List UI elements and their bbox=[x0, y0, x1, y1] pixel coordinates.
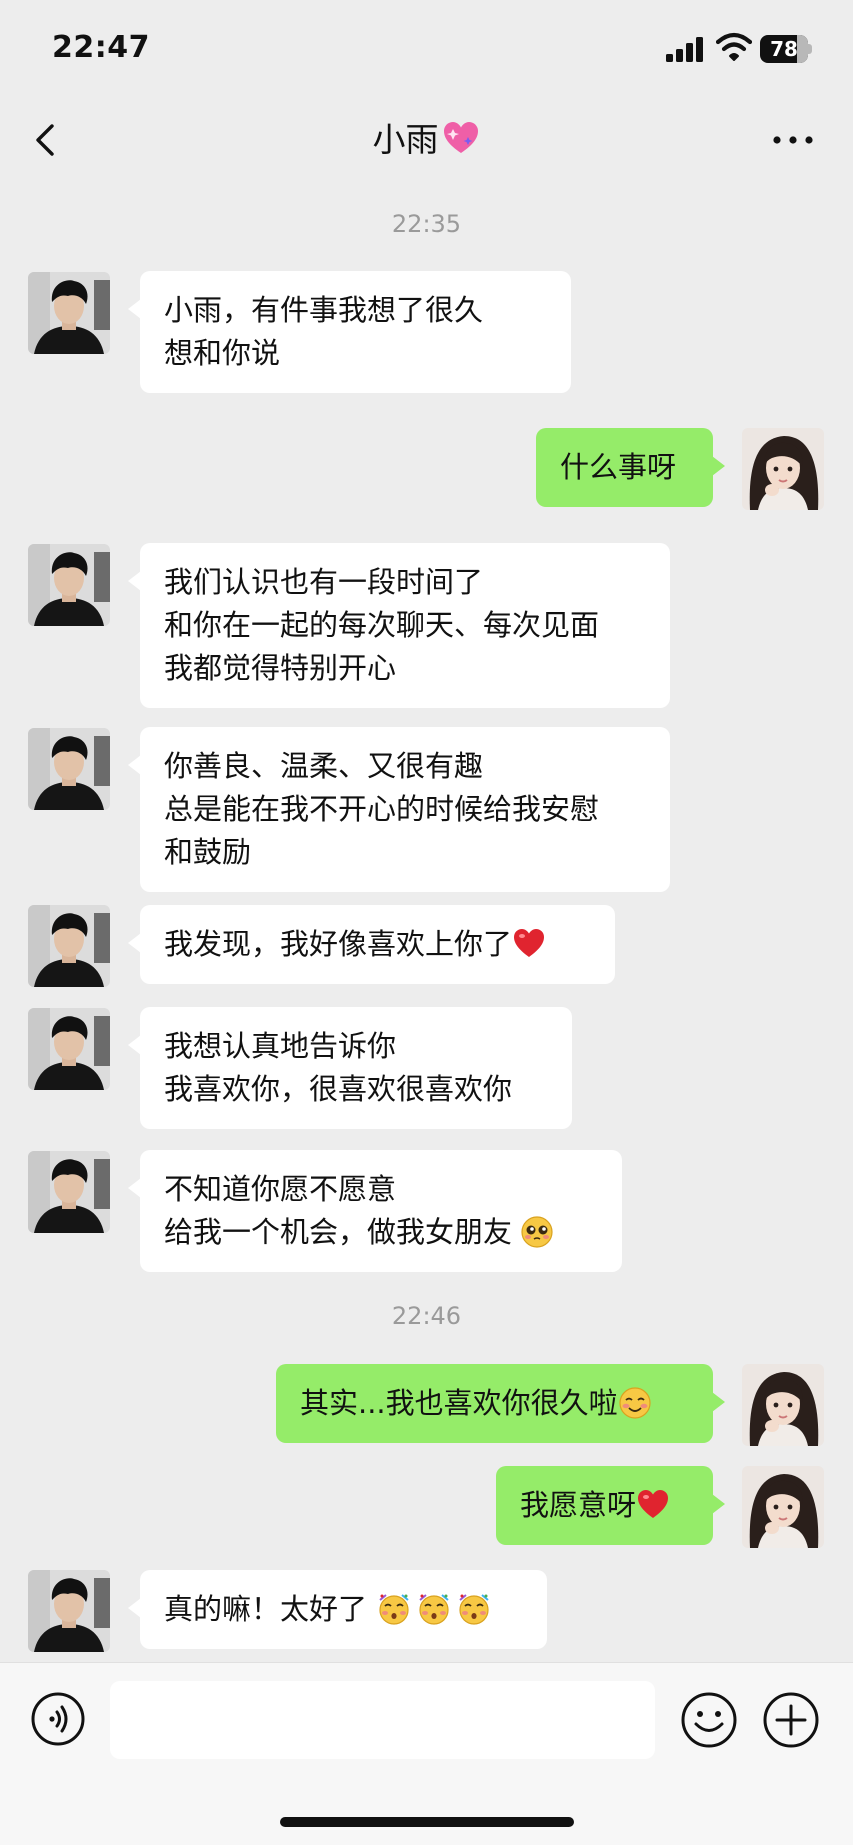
chat-title: 小雨 bbox=[0, 100, 853, 180]
battery-indicator: 78 bbox=[760, 35, 812, 63]
message-line: 总是能在我不开心的时候给我安慰 bbox=[164, 792, 600, 826]
outgoing-message-bubble[interactable]: 什么事呀 bbox=[536, 428, 725, 507]
chat-screen: 22:47 78 小雨 22:35 小雨，有件事我想了很久 想和你说 什么事呀 … bbox=[0, 0, 853, 1845]
incoming-message-bubble[interactable]: 不知道你愿不愿意 给我一个机会，做我女朋友 bbox=[128, 1150, 622, 1272]
message-line-with-emoji: 我发现，我好像喜欢上你了 bbox=[164, 923, 591, 966]
battery-body: 78 bbox=[760, 35, 808, 63]
pleading-face-icon bbox=[520, 1215, 554, 1249]
my-avatar[interactable] bbox=[742, 1364, 824, 1446]
message-text: 真的嘛！太好了 bbox=[164, 1592, 368, 1626]
message-line: 想和你说 bbox=[164, 336, 281, 370]
message-text: 我发现，我好像喜欢上你了 bbox=[164, 927, 513, 961]
my-avatar[interactable] bbox=[742, 1466, 824, 1548]
message-line: 和鼓励 bbox=[164, 835, 252, 869]
contact-avatar[interactable] bbox=[28, 272, 110, 354]
smiling-blush-icon bbox=[618, 1386, 652, 1420]
my-avatar[interactable] bbox=[742, 428, 824, 510]
message-line-with-emoji: 给我一个机会，做我女朋友 bbox=[164, 1211, 598, 1254]
message-list[interactable]: 22:35 小雨，有件事我想了很久 想和你说 什么事呀 我们认识也有一段时间了 … bbox=[0, 180, 853, 1662]
message-line: 你善良、温柔、又很有趣 bbox=[164, 749, 484, 783]
incoming-message-bubble[interactable]: 我想认真地告诉你 我喜欢你，很喜欢很喜欢你 bbox=[128, 1007, 572, 1129]
contact-name: 小雨 bbox=[372, 120, 439, 159]
message-line-with-emoji: 真的嘛！太好了 bbox=[164, 1588, 523, 1631]
message-line-with-emoji: 我愿意呀 bbox=[520, 1484, 689, 1527]
contact-avatar[interactable] bbox=[28, 905, 110, 987]
message-line: 什么事呀 bbox=[560, 450, 677, 484]
message-line: 我想认真地告诉你 bbox=[164, 1029, 397, 1063]
contact-avatar[interactable] bbox=[28, 544, 110, 626]
emoji-face-icon[interactable] bbox=[680, 1691, 738, 1749]
incoming-message-bubble[interactable]: 你善良、温柔、又很有趣 总是能在我不开心的时候给我安慰 和鼓励 bbox=[128, 727, 670, 892]
party-face-icon bbox=[417, 1592, 451, 1626]
battery-percent: 78 bbox=[770, 37, 798, 61]
status-bar: 22:47 78 bbox=[0, 0, 853, 100]
outgoing-message-bubble[interactable]: 其实...我也喜欢你很久啦 bbox=[276, 1364, 725, 1443]
timestamp: 22:35 bbox=[391, 210, 462, 238]
contact-avatar[interactable] bbox=[28, 1008, 110, 1090]
voice-icon[interactable] bbox=[30, 1691, 86, 1747]
message-text: 其实...我也喜欢你很久啦 bbox=[300, 1386, 618, 1420]
plus-circle-icon[interactable] bbox=[762, 1691, 820, 1749]
message-line: 不知道你愿不愿意 bbox=[164, 1172, 397, 1206]
wifi-icon bbox=[716, 32, 752, 61]
outgoing-message-bubble[interactable]: 我愿意呀 bbox=[496, 1466, 725, 1545]
contact-avatar[interactable] bbox=[28, 728, 110, 810]
contact-avatar[interactable] bbox=[28, 1151, 110, 1233]
message-text: 我愿意呀 bbox=[520, 1488, 637, 1522]
incoming-message-bubble[interactable]: 小雨，有件事我想了很久 想和你说 bbox=[128, 271, 571, 393]
red-heart-icon bbox=[636, 1488, 670, 1522]
timestamp: 22:46 bbox=[391, 1302, 462, 1330]
message-line: 我们认识也有一段时间了 bbox=[164, 565, 484, 599]
more-dots-icon[interactable] bbox=[772, 128, 814, 152]
incoming-message-bubble[interactable]: 真的嘛！太好了 bbox=[128, 1570, 547, 1649]
message-line: 我喜欢你，很喜欢很喜欢你 bbox=[164, 1072, 513, 1106]
message-input[interactable] bbox=[110, 1681, 655, 1759]
battery-cap bbox=[808, 44, 812, 54]
incoming-message-bubble[interactable]: 我发现，我好像喜欢上你了 bbox=[128, 905, 615, 984]
message-line-with-emoji: 其实...我也喜欢你很久啦 bbox=[300, 1382, 689, 1425]
red-heart-icon bbox=[512, 927, 546, 961]
input-bar bbox=[0, 1662, 853, 1845]
sparkling-heart-icon bbox=[443, 122, 478, 153]
message-line: 小雨，有件事我想了很久 bbox=[164, 293, 484, 327]
incoming-message-bubble[interactable]: 我们认识也有一段时间了 和你在一起的每次聊天、每次见面 我都觉得特别开心 bbox=[128, 543, 670, 708]
message-line: 我都觉得特别开心 bbox=[164, 651, 397, 685]
status-time: 22:47 bbox=[52, 30, 150, 65]
party-face-icon bbox=[457, 1592, 491, 1626]
message-text: 给我一个机会，做我女朋友 bbox=[164, 1215, 513, 1249]
cellular-signal-icon bbox=[666, 37, 703, 62]
party-face-icon bbox=[377, 1592, 411, 1626]
home-indicator bbox=[280, 1817, 574, 1827]
contact-avatar[interactable] bbox=[28, 1570, 110, 1652]
message-line: 和你在一起的每次聊天、每次见面 bbox=[164, 608, 600, 642]
nav-bar: 小雨 bbox=[0, 100, 853, 180]
